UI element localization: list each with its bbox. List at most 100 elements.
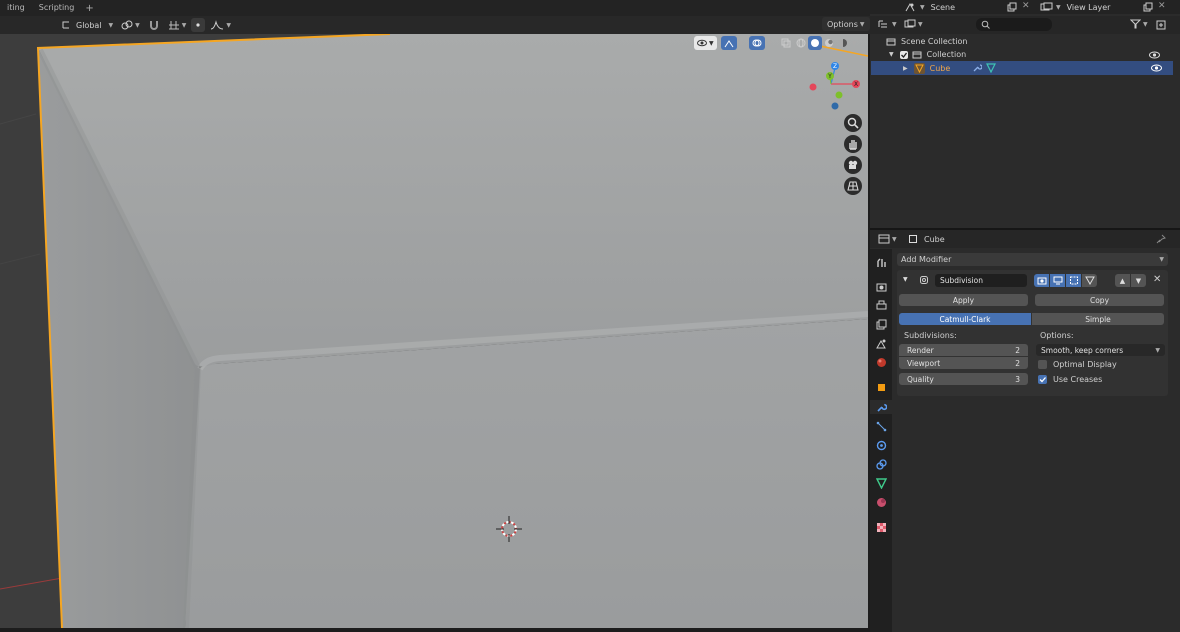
render-toggle[interactable] [1034,274,1049,287]
modifier-name-field[interactable]: Subdivision [935,274,1027,287]
eye-icon[interactable] [1151,64,1162,72]
chevron-down-icon: ▼ [1056,3,1061,11]
solid-sphere-icon [810,39,819,47]
optimal-display-check[interactable] [1038,360,1047,369]
display-mode-dropdown[interactable]: ▼ [904,19,923,29]
overlays-toggle[interactable] [749,36,766,50]
visibility-toggle[interactable]: ▼ [694,36,717,50]
properties-editor-type-dropdown[interactable]: ▼ [878,234,897,244]
perspective-toggle-button[interactable] [844,177,862,195]
pin-icon[interactable] [1156,234,1166,244]
shading-solid-button[interactable] [807,36,822,50]
proportional-falloff-dropdown[interactable]: ▼ [207,18,234,32]
optimal-display-label: Optimal Display [1053,360,1117,369]
outliner-row-scene-collection[interactable]: Scene Collection [870,35,1172,48]
tab-modifiers[interactable] [870,400,892,414]
viewport-options-button[interactable]: Options ▼ [822,17,870,31]
tab-output[interactable] [874,298,888,312]
gizmo-neg-x[interactable] [809,83,817,91]
uv-smooth-dropdown[interactable]: Smooth, keep corners ▼ [1036,344,1165,356]
magnet-icon [149,21,158,30]
remove-modifier-close-icon[interactable]: ✕ [1153,274,1161,285]
tab-data[interactable] [874,476,888,490]
hand-icon [849,140,857,150]
expand-arrow-icon[interactable]: ▶ [903,65,908,72]
tab-physics[interactable] [874,438,888,452]
on-cage-toggle[interactable] [1082,274,1097,287]
collection-exclude-checkbox[interactable] [899,50,908,59]
editor-type-dropdown[interactable]: ▼ [878,19,897,29]
shading-rendered-button[interactable] [836,36,850,50]
use-creases-checkbox[interactable]: Use Creases [1038,375,1102,384]
viewport-levels-field[interactable]: Viewport 2 [899,357,1028,369]
gizmo-neg-y[interactable] [835,91,843,99]
workspace-tab-shading[interactable]: iting [0,0,32,16]
scene-icon [905,2,915,12]
3d-viewport[interactable]: ▼ ▼ ▼ ▼ Z X Y [0,34,868,628]
context-path: Cube [908,234,945,244]
shading-wireframe-button[interactable] [794,36,808,50]
tab-particles[interactable] [874,419,888,433]
tab-texture[interactable] [874,520,888,534]
tab-material[interactable] [874,495,888,509]
tab-view-layer[interactable] [874,317,888,331]
render-levels-label: Render [907,345,934,355]
zoom-button[interactable] [844,114,862,132]
tab-render[interactable] [874,279,888,293]
editmode-toggle[interactable] [1066,274,1081,287]
mesh-data-icon[interactable] [986,63,997,73]
proportional-edit-toggle[interactable] [191,18,206,32]
view-layer-selector[interactable]: ▼ View Layer [1040,0,1110,14]
collapse-arrow-icon[interactable]: ▼ [903,276,908,283]
gizmo-neg-z[interactable] [831,102,839,110]
eye-icon[interactable] [1149,51,1160,59]
wrench-icon[interactable] [972,63,983,73]
duplicate-scene-icon[interactable] [1007,2,1017,12]
move-down-button[interactable]: ▼ [1131,274,1146,287]
shading-material-button[interactable] [822,36,836,50]
catmull-clark-tab[interactable]: Catmull-Clark [899,313,1031,325]
add-workspace-button[interactable]: + [81,3,97,14]
outliner-search-input[interactable] [976,18,1052,31]
pivot-point-dropdown[interactable]: ▼ [118,18,143,32]
xray-toggle[interactable] [778,36,794,50]
copy-button[interactable]: Copy [1035,294,1164,306]
expand-arrow-icon[interactable]: ▼ [889,51,894,58]
close-icon[interactable]: ✕ [1022,1,1030,11]
workspace-tab-scripting[interactable]: Scripting [32,0,82,16]
snap-toggle[interactable] [145,18,163,32]
tab-object[interactable] [874,380,888,394]
add-modifier-dropdown[interactable]: Add Modifier ▼ [897,253,1168,266]
add-modifier-label: Add Modifier [901,255,952,264]
new-collection-icon[interactable] [1156,19,1167,30]
outliner-row-cube[interactable]: ▶ Cube [871,61,1173,75]
object-label: Cube [929,63,951,73]
gizmo-toggle[interactable] [720,36,737,50]
pan-button[interactable] [844,135,862,153]
rendered-sphere-icon [838,39,847,47]
tab-tool[interactable] [874,255,888,269]
properties-header: ▼ Cube [870,230,1180,248]
filter-dropdown[interactable]: ▼ [1130,19,1148,29]
scene-selector[interactable]: ▼ Scene [904,0,955,14]
tab-scene[interactable] [874,336,888,350]
outliner-row-collection[interactable]: ▼ Collection [870,48,1172,61]
snap-target-dropdown[interactable]: ▼ [165,18,190,32]
quality-field[interactable]: Quality 3 [899,373,1028,385]
camera-view-button[interactable] [844,156,862,174]
duplicate-view-layer-icon[interactable] [1143,2,1153,12]
tab-world[interactable] [874,355,888,369]
transform-orientation-dropdown[interactable]: Global ▼ [58,18,116,32]
close-icon[interactable]: ✕ [1158,1,1166,11]
optimal-display-checkbox[interactable]: Optimal Display [1038,360,1117,369]
apply-button[interactable]: Apply [899,294,1028,306]
navigation-gizmo[interactable]: Z X Y [805,60,865,116]
simple-tab[interactable]: Simple [1032,313,1164,325]
move-up-button[interactable]: ▲ [1115,274,1130,287]
tab-constraints[interactable] [874,457,888,471]
render-levels-field[interactable]: Render 2 [899,344,1028,356]
viewport-toggle[interactable] [1050,274,1065,287]
outliner-header: ▼ ▼ ▼ [870,16,1180,34]
viewport-scene [0,34,868,628]
use-creases-check[interactable] [1038,375,1047,384]
